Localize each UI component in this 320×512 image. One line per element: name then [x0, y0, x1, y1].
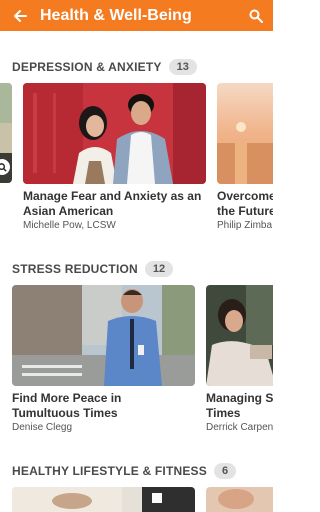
course-card-partial-left[interactable]	[0, 83, 12, 183]
section-title: DEPRESSION & ANXIETY	[12, 60, 162, 74]
course-title-line-1: Find More Peace in	[12, 391, 122, 405]
course-title-line-1: Managing S	[206, 391, 273, 405]
course-card[interactable]: Overcome the Future Philip Zimba	[217, 83, 273, 233]
course-author: Denise Clegg	[12, 422, 73, 433]
app-bar: Health & Well-Being	[0, 0, 273, 31]
section-stress-reduction: STRESS REDUCTION 12 Find More Peace in T…	[0, 258, 273, 438]
course-card[interactable]	[206, 487, 273, 512]
course-thumbnail	[23, 83, 206, 184]
section-header[interactable]: DEPRESSION & ANXIETY 13	[12, 57, 197, 77]
section-count-badge: 6	[213, 463, 237, 479]
section-title: HEALTHY LIFESTYLE & FITNESS	[12, 464, 207, 478]
course-card[interactable]: Find More Peace in Tumultuous Times Deni…	[12, 285, 195, 435]
section-healthy-lifestyle-fitness: HEALTHY LIFESTYLE & FITNESS 6	[0, 460, 273, 512]
course-author: Michelle Pow, LCSW	[23, 220, 116, 231]
page-title: Health & Well-Being	[40, 6, 192, 24]
section-count-badge: 13	[168, 59, 197, 75]
course-card[interactable]: Managing S Times Derrick Carpen	[206, 285, 273, 435]
course-title-line-1: Overcome	[217, 189, 273, 203]
arrow-left-icon	[14, 9, 27, 22]
course-thumbnail	[12, 487, 195, 512]
section-count-badge: 12	[144, 261, 174, 277]
course-author: Philip Zimba	[217, 220, 273, 231]
search-icon	[249, 9, 263, 23]
course-title-line-2: Tumultuous Times	[12, 406, 118, 420]
course-card[interactable]: Manage Fear and Anxiety as an Asian Amer…	[23, 83, 206, 233]
course-title-line-2: the Future	[217, 204, 273, 218]
back-button[interactable]	[0, 0, 40, 31]
section-header[interactable]: STRESS REDUCTION 12	[12, 259, 174, 279]
course-card[interactable]	[12, 487, 195, 512]
section-title: STRESS REDUCTION	[12, 262, 138, 276]
course-author: Derrick Carpen	[206, 422, 273, 433]
section-header[interactable]: HEALTHY LIFESTYLE & FITNESS 6	[12, 461, 237, 481]
course-thumbnail	[206, 285, 273, 386]
section-depression-anxiety: DEPRESSION & ANXIETY 13 Manage Fear and …	[0, 56, 273, 236]
search-button[interactable]	[239, 0, 273, 31]
course-thumbnail	[217, 83, 273, 184]
course-thumbnail	[206, 487, 273, 512]
course-title-line-1: Manage Fear and Anxiety as an	[23, 189, 202, 203]
course-title-line-2: Times	[206, 406, 241, 420]
course-thumbnail	[12, 285, 195, 386]
course-title-line-2: Asian American	[23, 204, 114, 218]
